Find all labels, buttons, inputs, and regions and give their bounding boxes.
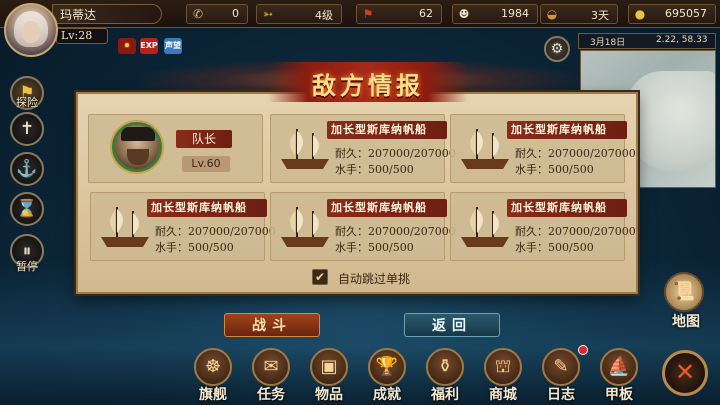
ship-crew: 水手：500/500 (335, 163, 414, 176)
reputation-badge[interactable]: 声望 (164, 38, 182, 54)
ship-durability: 耐久：207000/207000 (335, 147, 456, 160)
player-name: 玛蒂达 (60, 8, 97, 22)
coin-icon: ● (634, 7, 646, 21)
arrow-icon: ➳ (262, 7, 274, 21)
auto-skip-checkbox[interactable]: ✔ (312, 269, 328, 285)
sword-icon: ✝ (19, 119, 35, 139)
achievement-icon: 🏆 (368, 348, 406, 386)
hourglass-icon: ⌛ (16, 199, 38, 219)
captain-portrait[interactable] (112, 122, 162, 172)
check-icon: ✔ (314, 270, 326, 284)
hourglass-button[interactable]: ⌛ (10, 192, 44, 226)
menu-label: 福利 (431, 387, 459, 403)
ship-durability: 耐久：207000/207000 (515, 225, 636, 238)
map-button[interactable]: 📜 (664, 272, 704, 312)
ship-durability: 耐久：207000/207000 (515, 147, 636, 160)
ship-crew: 水手：500/500 (155, 241, 234, 254)
log-icon: ✎ (542, 348, 580, 386)
menu-flagship-button[interactable]: ☸ 旗舰 (190, 348, 236, 404)
sailing-ship-icon (101, 207, 149, 247)
resource-food[interactable]: ◒ 3天 (540, 4, 618, 24)
minimap-date: 3月18日 (590, 38, 626, 48)
resource-phone[interactable]: ✆ 0 (186, 4, 248, 24)
menu-label: 日志 (547, 387, 575, 403)
auto-skip-label: 自动跳过单挑 (338, 272, 411, 286)
resource-gold[interactable]: ● 695057 (628, 4, 716, 24)
player-avatar[interactable] (4, 3, 58, 57)
bread-icon: ◒ (546, 7, 558, 21)
settings-button[interactable]: ⚙ (544, 36, 570, 62)
pause-label: 暂停 (16, 260, 38, 273)
resource-level[interactable]: ➳ 4级 (256, 4, 342, 24)
menu-label: 成就 (373, 387, 401, 403)
menu-items-button[interactable]: ▣ 物品 (306, 348, 352, 404)
scroll-map-icon: 📜 (672, 281, 696, 302)
menu-label: 旗舰 (199, 387, 227, 403)
phone-icon: ✆ (192, 7, 204, 21)
sailor-icon: ☻ (458, 7, 470, 21)
resource-sailors[interactable]: ☻ 1984 (452, 4, 538, 24)
map-label: 地图 (672, 314, 700, 330)
ship-name: 加长型斯库纳帆船 (147, 199, 267, 217)
ship-crew: 水手：500/500 (515, 163, 594, 176)
captain-label: 队长 (176, 130, 232, 148)
ship-durability: 耐久：207000/207000 (335, 225, 456, 238)
notification-dot (578, 345, 588, 355)
sword-button[interactable]: ✝ (10, 112, 44, 146)
deck-icon: ⛵ (600, 348, 638, 386)
quest-icon: ✉ (252, 348, 290, 386)
close-icon: ✕ (674, 358, 696, 386)
ship-card[interactable]: 加长型斯库纳帆船耐久：207000/207000 水手：500/500 (270, 192, 456, 261)
captain-level: Lv.60 (182, 156, 230, 172)
menu-shop-button[interactable]: ⛫ 商城 (480, 348, 526, 404)
menu-label: 任务 (257, 387, 285, 403)
player-level: Lv:28 (56, 28, 108, 44)
exp-badge[interactable]: EXP (140, 38, 158, 54)
ship-card[interactable]: 加长型斯库纳帆船耐久：207000/207000 水手：500/500 (270, 114, 456, 183)
ship-card[interactable]: 加长型斯库纳帆船耐久：207000/207000 水手：500/500 (450, 192, 636, 261)
panel-title: 敌方情报 (312, 71, 424, 100)
close-button[interactable]: ✕ (662, 350, 708, 396)
menu-deck-button[interactable]: ⛵ 甲板 (596, 348, 642, 404)
ship-crew: 水手：500/500 (515, 241, 594, 254)
explore-label: 探险 (16, 96, 38, 109)
menu-label: 商城 (489, 387, 517, 403)
sailing-ship-icon (461, 129, 509, 169)
sailing-ship-icon (281, 129, 329, 169)
menu-achievement-button[interactable]: 🏆 成就 (364, 348, 410, 404)
sailing-ship-icon (281, 207, 329, 247)
sailing-ship-icon (461, 207, 509, 247)
resource-flag[interactable]: ⚑ 62 (356, 4, 442, 24)
ship-card[interactable]: 加长型斯库纳帆船耐久：207000/207000 水手：500/500 (450, 114, 636, 183)
welfare-icon: ⚱ (426, 348, 464, 386)
back-button[interactable]: 返回 (404, 313, 500, 337)
anchor-button[interactable]: ⚓ (10, 152, 44, 186)
menu-log-button[interactable]: ✎ 日志 (538, 348, 584, 404)
gear-badge-icon[interactable]: ✹ (118, 38, 136, 54)
flag-icon: ⚑ (362, 7, 374, 21)
menu-label: 甲板 (605, 387, 633, 403)
ship-name: 加长型斯库纳帆船 (327, 199, 447, 217)
shop-icon: ⛫ (484, 348, 522, 386)
fight-button[interactable]: 战斗 (224, 313, 320, 337)
ship-durability: 耐久：207000/207000 (155, 225, 276, 238)
menu-label: 物品 (315, 387, 343, 403)
menu-quest-button[interactable]: ✉ 任务 (248, 348, 294, 404)
ship-name: 加长型斯库纳帆船 (327, 121, 447, 139)
ship-name: 加长型斯库纳帆船 (507, 199, 627, 217)
ship-card[interactable]: 加长型斯库纳帆船耐久：207000/207000 水手：500/500 (90, 192, 276, 261)
anchor-icon: ⚓ (16, 159, 38, 179)
items-icon: ▣ (310, 348, 348, 386)
minimap-coordinates: 2.22, 58.33 (656, 35, 708, 45)
menu-welfare-button[interactable]: ⚱ 福利 (422, 348, 468, 404)
flagship-icon: ☸ (194, 348, 232, 386)
gear-icon: ⚙ (550, 41, 564, 57)
ship-crew: 水手：500/500 (335, 241, 414, 254)
ship-name: 加长型斯库纳帆船 (507, 121, 627, 139)
